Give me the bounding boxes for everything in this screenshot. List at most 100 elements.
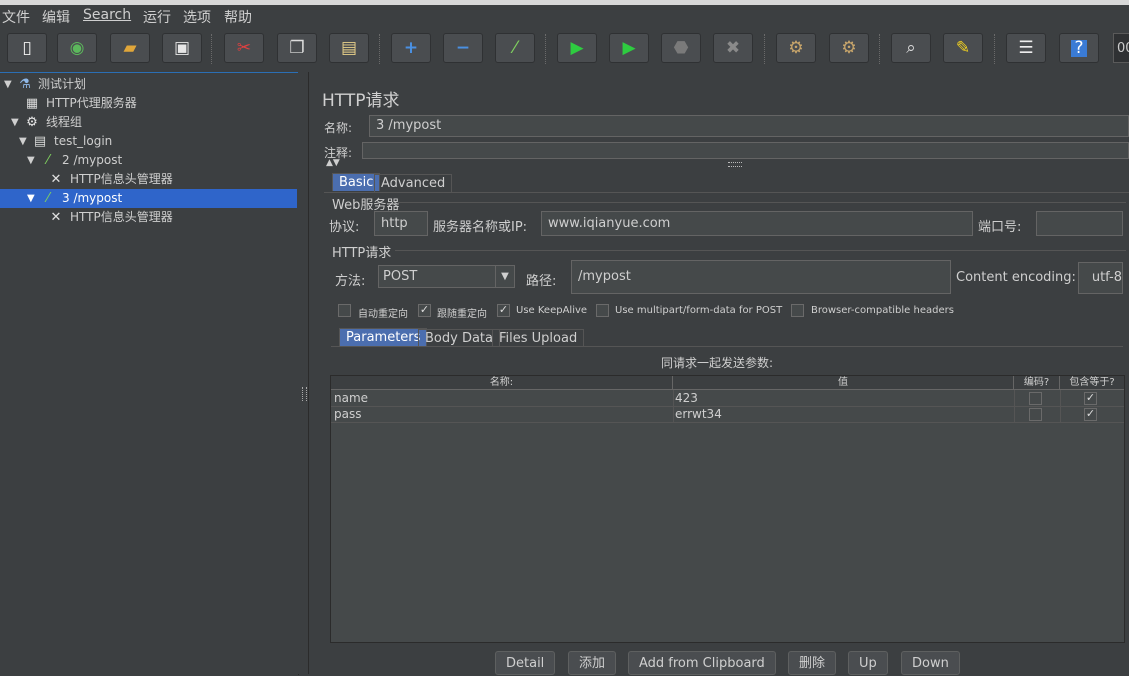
- start-icon: ▶: [570, 37, 584, 58]
- tree-item-label: 测试计划: [38, 77, 87, 91]
- paste-button[interactable]: ▤: [329, 33, 369, 63]
- stop-button[interactable]: ⬣: [661, 33, 701, 63]
- toggle-button[interactable]: ⁄: [495, 33, 535, 63]
- column-header-value[interactable]: 值: [673, 376, 1014, 390]
- method-value: POST: [383, 269, 418, 284]
- templates-button[interactable]: ◉: [57, 33, 97, 63]
- collapse-arrow-icon[interactable]: ▼: [4, 75, 12, 94]
- clear-all-button[interactable]: ⚙: [829, 33, 869, 63]
- encoding-field[interactable]: utf-8: [1078, 262, 1123, 294]
- toolbar-separator: [764, 34, 766, 64]
- column-header-include-equals[interactable]: 包含等于?: [1060, 376, 1124, 390]
- tab-advanced[interactable]: Advanced: [374, 174, 453, 192]
- tree-item-label: 3 /mypost: [62, 191, 123, 205]
- collapse-arrow-icon[interactable]: ▼: [27, 151, 35, 170]
- start-button[interactable]: ▶: [557, 33, 597, 63]
- reset-search-button[interactable]: ✎: [943, 33, 983, 63]
- shutdown-button[interactable]: ✖: [713, 33, 753, 63]
- menu-help[interactable]: 帮助: [224, 7, 252, 27]
- clear-all-icon: ⚙: [841, 37, 857, 58]
- sampler-icon: ⁄: [46, 153, 50, 168]
- multipart-checkbox[interactable]: [596, 304, 609, 317]
- help-icon: ?: [1071, 39, 1087, 57]
- tree-item-label: 2 /mypost: [62, 153, 123, 167]
- toggle-icon: ⁄: [513, 37, 517, 58]
- panel-splitter[interactable]: [298, 72, 309, 674]
- comment-field[interactable]: [362, 142, 1129, 159]
- menu-run[interactable]: 运行: [143, 7, 171, 27]
- splitter-grip-icon[interactable]: [302, 387, 307, 401]
- save-button[interactable]: ▣: [162, 33, 202, 63]
- tab-divider: [324, 192, 1129, 193]
- menu-file[interactable]: 文件: [2, 7, 30, 27]
- port-field[interactable]: [1036, 211, 1123, 236]
- option-label: 自动重定向: [358, 309, 408, 320]
- tab-files-upload[interactable]: Files Upload: [492, 329, 585, 347]
- row-divider: [331, 422, 1124, 423]
- menu-search[interactable]: Search: [83, 7, 131, 23]
- column-header-name[interactable]: 名称:: [331, 376, 673, 390]
- browser-headers-checkbox[interactable]: [791, 304, 804, 317]
- collapse-arrow-icon[interactable]: ▼: [19, 132, 27, 151]
- collapse-arrow-icon[interactable]: ▼: [11, 113, 19, 132]
- menu-options[interactable]: 选项: [183, 7, 211, 27]
- new-button[interactable]: ▯: [7, 33, 47, 63]
- tree-item-label: HTTP信息头管理器: [70, 172, 173, 186]
- function-helper-button[interactable]: ☰: [1006, 33, 1046, 63]
- protocol-field[interactable]: http: [374, 211, 428, 236]
- param-name-cell[interactable]: name: [334, 390, 368, 406]
- expand-icon: +: [403, 37, 419, 58]
- follow-redirect-auto-checkbox[interactable]: [338, 304, 351, 317]
- include-equals-checkbox[interactable]: ✓: [1084, 408, 1097, 421]
- clear-button[interactable]: ⚙: [776, 33, 816, 63]
- delete-button[interactable]: 删除: [788, 651, 837, 675]
- up-button[interactable]: Up: [848, 651, 888, 675]
- param-name-cell[interactable]: pass: [334, 406, 361, 422]
- resize-handle-icon[interactable]: [728, 162, 742, 167]
- cut-icon: ✂: [236, 37, 252, 58]
- start-no-pause-button[interactable]: ▶: [609, 33, 649, 63]
- path-field[interactable]: /mypost: [571, 260, 951, 294]
- collapse-icon: −: [455, 37, 471, 58]
- help-button[interactable]: ?: [1059, 33, 1099, 63]
- collapse-toggle-icon[interactable]: ▲▼: [326, 158, 340, 168]
- elapsed-time-display: 00: [1113, 33, 1129, 63]
- down-button[interactable]: Down: [901, 651, 960, 675]
- collapse-arrow-icon[interactable]: ▼: [27, 189, 35, 208]
- add-from-clipboard-button[interactable]: Add from Clipboard: [628, 651, 776, 675]
- keepalive-checkbox[interactable]: ✓: [497, 304, 510, 317]
- param-value-cell[interactable]: errwt34: [675, 406, 722, 422]
- encode-checkbox[interactable]: [1029, 408, 1042, 421]
- follow-redirect-checkbox[interactable]: ✓: [418, 304, 431, 317]
- tree-item-sampler-3[interactable]: ▼ ⁄ 3 /mypost: [0, 189, 297, 208]
- page-title: HTTP请求: [322, 91, 400, 111]
- test-plan-tree: ▼ ⚗ 测试计划 ▦ HTTP代理服务器 ▼ ⚙ 线程组 ▼ ▤ test_lo…: [0, 72, 299, 675]
- parameters-table: 名称: 值 编码? 包含等于? name 423 ✓ pass errwt34 …: [330, 375, 1125, 643]
- include-equals-checkbox[interactable]: ✓: [1084, 392, 1097, 405]
- search-button[interactable]: ⌕: [891, 33, 931, 63]
- new-icon: ▯: [22, 37, 32, 58]
- name-field[interactable]: 3 /mypost: [369, 115, 1129, 137]
- encode-checkbox[interactable]: [1029, 392, 1042, 405]
- path-label: 路径:: [526, 274, 557, 289]
- collapse-all-button[interactable]: −: [443, 33, 483, 63]
- copy-button[interactable]: ❐: [277, 33, 317, 63]
- tab-parameters[interactable]: Parameters: [339, 328, 428, 346]
- add-button[interactable]: 添加: [568, 651, 617, 675]
- detail-button[interactable]: Detail: [495, 651, 556, 675]
- cut-button[interactable]: ✂: [224, 33, 264, 63]
- group-line: [395, 250, 1126, 251]
- expand-all-button[interactable]: +: [391, 33, 431, 63]
- server-field[interactable]: www.iqianyue.com: [541, 211, 973, 236]
- save-icon: ▣: [173, 37, 191, 58]
- column-divider: [1060, 390, 1061, 422]
- param-value-cell[interactable]: 423: [675, 390, 698, 406]
- tab-body-data[interactable]: Body Data: [418, 329, 500, 347]
- method-select[interactable]: POST ▼: [378, 265, 515, 288]
- column-header-encode[interactable]: 编码?: [1014, 376, 1060, 390]
- menu-edit[interactable]: 编辑: [42, 7, 70, 27]
- open-button[interactable]: ▰: [110, 33, 150, 63]
- chevron-down-icon[interactable]: ▼: [495, 266, 514, 287]
- clear-icon: ⚙: [788, 37, 804, 58]
- menu-bar: 文件 编辑 Search 运行 选项 帮助: [0, 5, 1129, 27]
